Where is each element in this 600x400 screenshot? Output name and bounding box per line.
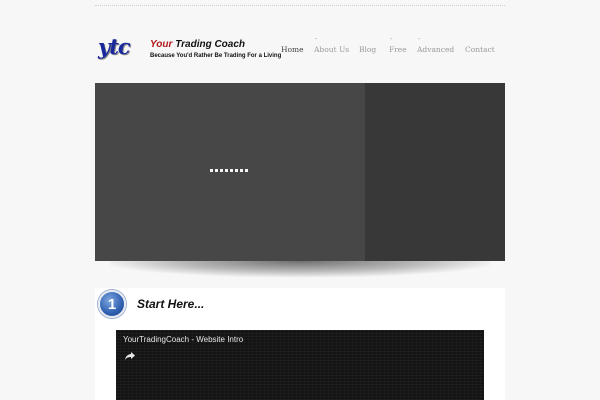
loading-dot xyxy=(235,169,238,172)
loading-dot xyxy=(245,169,248,172)
loading-dot xyxy=(225,169,228,172)
loading-dot xyxy=(240,169,243,172)
dropdown-indicator-icon: - xyxy=(418,35,421,43)
video-title[interactable]: YourTradingCoach - Website Intro xyxy=(123,335,243,344)
dropdown-indicator-icon: - xyxy=(315,35,318,43)
section-heading: Start Here... xyxy=(137,297,205,311)
main-nav: Home - About Us Blog - Free - Advanced C… xyxy=(0,35,600,59)
nav-item-free[interactable]: - Free xyxy=(389,35,407,55)
loading-dot xyxy=(220,169,223,172)
nav-item-label: About Us xyxy=(314,45,350,54)
nav-item-home[interactable]: Home xyxy=(281,45,304,55)
dropdown-indicator-icon: - xyxy=(390,35,393,43)
nav-item-label: Blog xyxy=(359,45,377,54)
nav-item-label: Contact xyxy=(465,45,495,54)
slider-side-panel xyxy=(365,83,505,261)
loading-dot xyxy=(210,169,213,172)
top-divider xyxy=(95,5,505,6)
slider-shadow xyxy=(110,261,490,277)
nav-item-contact[interactable]: Contact xyxy=(465,45,495,55)
share-arrow-icon[interactable] xyxy=(124,351,136,361)
nav-item-label: Advanced xyxy=(417,45,455,54)
nav-item-about-us[interactable]: - About Us xyxy=(314,35,350,55)
nav-item-advanced[interactable]: - Advanced xyxy=(417,35,455,55)
loading-dot xyxy=(215,169,218,172)
nav-item-label: Home xyxy=(281,45,304,54)
loading-dot xyxy=(230,169,233,172)
loading-indicator-icon xyxy=(210,169,248,172)
hero-slider[interactable] xyxy=(95,83,505,261)
nav-item-label: Free xyxy=(389,45,407,54)
video-player[interactable]: YourTradingCoach - Website Intro xyxy=(116,330,484,400)
step-number-badge: 1 xyxy=(98,290,126,318)
nav-item-blog[interactable]: Blog xyxy=(359,45,376,55)
